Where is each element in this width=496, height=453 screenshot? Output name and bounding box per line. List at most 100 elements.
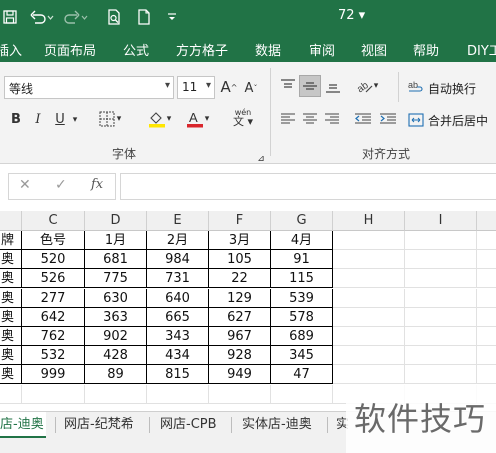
empty-cell[interactable] bbox=[333, 327, 405, 346]
row-label-cell[interactable]: 奥 bbox=[0, 327, 22, 346]
tab-help[interactable]: 帮助 bbox=[413, 40, 439, 59]
undo-icon[interactable] bbox=[28, 7, 56, 27]
redo-icon[interactable] bbox=[62, 7, 90, 27]
increase-font-size-button[interactable]: A ^ bbox=[219, 76, 239, 98]
data-cell[interactable]: 627 bbox=[209, 307, 271, 327]
formula-input[interactable] bbox=[120, 173, 496, 200]
underline-options-chevron-icon[interactable]: ▾ bbox=[70, 109, 80, 131]
empty-cell[interactable] bbox=[22, 384, 85, 404]
enter-icon[interactable]: ✓ bbox=[55, 177, 67, 193]
empty-cell[interactable] bbox=[477, 231, 496, 250]
empty-cell[interactable] bbox=[477, 346, 496, 366]
merge-center-button[interactable]: 合并后居中 bbox=[428, 112, 488, 129]
tab-formulas[interactable]: 公式 bbox=[123, 40, 149, 59]
data-cell[interactable]: 681 bbox=[85, 250, 147, 270]
sheet-tab-physical-dior[interactable]: 实体店-迪奥 bbox=[238, 412, 316, 438]
row-label-cell[interactable]: 奥 bbox=[0, 288, 22, 308]
align-right-button[interactable] bbox=[322, 108, 342, 130]
data-cell[interactable]: 434 bbox=[147, 346, 209, 366]
empty-cell[interactable] bbox=[477, 250, 496, 270]
column-header-d[interactable]: D bbox=[85, 211, 147, 231]
empty-cell[interactable] bbox=[85, 384, 147, 404]
empty-cell[interactable] bbox=[333, 365, 405, 385]
column-header-h[interactable]: H bbox=[333, 211, 405, 231]
font-name-combo[interactable]: 等线 ▾ bbox=[4, 76, 174, 99]
column-header-g[interactable]: G bbox=[271, 211, 333, 231]
data-cell[interactable]: 343 bbox=[147, 327, 209, 346]
tab-insert[interactable]: 插入 bbox=[0, 40, 22, 59]
phonetic-guide-button[interactable]: wén 文 ▾ bbox=[226, 106, 260, 128]
tab-view[interactable]: 视图 bbox=[361, 40, 387, 59]
decrease-font-size-button[interactable]: Aˇ bbox=[242, 77, 260, 99]
empty-cell[interactable] bbox=[477, 269, 496, 289]
sheet-tab-online-givenchy[interactable]: 网店-纪梵希 bbox=[60, 412, 138, 438]
row-label-cell[interactable]: 奥 bbox=[0, 307, 22, 327]
customize-quick-access-icon[interactable] bbox=[164, 7, 180, 27]
document-title[interactable]: 72 ▾ bbox=[338, 8, 365, 23]
data-cell[interactable]: 539 bbox=[271, 288, 333, 308]
row-label-cell[interactable]: 奥 bbox=[0, 250, 22, 270]
data-cell[interactable]: 928 bbox=[209, 346, 271, 366]
tab-diy-tools[interactable]: DIY工 bbox=[467, 40, 496, 59]
header-cell[interactable]: 4月 bbox=[271, 231, 333, 250]
align-left-button[interactable] bbox=[278, 108, 298, 130]
column-header-j[interactable] bbox=[477, 211, 496, 231]
empty-cell[interactable] bbox=[477, 308, 496, 327]
align-center-button[interactable] bbox=[300, 108, 320, 130]
data-cell[interactable]: 532 bbox=[22, 346, 85, 366]
data-cell[interactable]: 949 bbox=[209, 365, 271, 385]
data-cell[interactable]: 47 bbox=[271, 365, 333, 385]
increase-indent-button[interactable] bbox=[377, 108, 399, 130]
data-cell[interactable]: 105 bbox=[209, 250, 271, 270]
data-cell[interactable]: 129 bbox=[209, 288, 271, 308]
empty-cell[interactable] bbox=[147, 384, 209, 404]
empty-cell[interactable] bbox=[333, 250, 405, 270]
data-cell[interactable]: 22 bbox=[209, 269, 271, 289]
row-label-cell[interactable]: 奥 bbox=[0, 346, 22, 366]
empty-cell[interactable] bbox=[405, 231, 477, 250]
empty-cell[interactable] bbox=[477, 365, 496, 385]
tab-page-layout[interactable]: 页面布局 bbox=[44, 40, 96, 59]
align-middle-button[interactable] bbox=[299, 75, 321, 97]
new-document-icon[interactable] bbox=[134, 7, 154, 27]
data-cell[interactable]: 363 bbox=[85, 307, 147, 327]
data-cell[interactable]: 277 bbox=[22, 288, 85, 308]
data-cell[interactable]: 642 bbox=[22, 307, 85, 327]
empty-cell[interactable] bbox=[0, 384, 22, 404]
tab-review[interactable]: 审阅 bbox=[309, 40, 335, 59]
empty-cell[interactable] bbox=[405, 365, 477, 385]
align-top-button[interactable] bbox=[278, 75, 298, 97]
column-header-b[interactable] bbox=[0, 211, 22, 231]
empty-cell[interactable] bbox=[333, 346, 405, 366]
column-header-i[interactable]: I bbox=[405, 211, 477, 231]
data-cell[interactable]: 428 bbox=[85, 346, 147, 366]
empty-cell[interactable] bbox=[333, 307, 405, 327]
row-label-cell[interactable]: 奥 bbox=[0, 365, 22, 385]
data-cell[interactable]: 115 bbox=[271, 269, 333, 289]
tab-fangfang-grid[interactable]: 方方格子 bbox=[176, 40, 228, 59]
data-cell[interactable]: 640 bbox=[147, 288, 209, 308]
sheet-tab-online-cpb[interactable]: 网店-CPB bbox=[156, 412, 221, 438]
empty-cell[interactable] bbox=[209, 384, 271, 404]
empty-cell[interactable] bbox=[477, 327, 496, 346]
data-cell[interactable]: 967 bbox=[209, 327, 271, 346]
data-cell[interactable]: 999 bbox=[22, 365, 85, 385]
data-cell[interactable]: 578 bbox=[271, 307, 333, 327]
fill-color-button[interactable]: ▾ bbox=[142, 108, 176, 130]
data-cell[interactable]: 731 bbox=[147, 269, 209, 289]
tab-data[interactable]: 数据 bbox=[255, 40, 281, 59]
decrease-indent-button[interactable] bbox=[352, 108, 374, 130]
data-cell[interactable]: 520 bbox=[22, 250, 85, 270]
data-cell[interactable]: 526 bbox=[22, 269, 85, 289]
insert-function-icon[interactable]: fx bbox=[91, 177, 103, 192]
wrap-text-button[interactable]: 自动换行 bbox=[428, 80, 476, 97]
empty-cell[interactable] bbox=[405, 269, 477, 289]
row-label-cell[interactable]: 奥 bbox=[0, 269, 22, 289]
wrap-text-icon[interactable]: ab bbox=[407, 76, 425, 98]
data-cell[interactable]: 775 bbox=[85, 269, 147, 289]
data-cell[interactable]: 984 bbox=[147, 250, 209, 270]
empty-cell[interactable] bbox=[477, 289, 496, 308]
data-cell[interactable]: 89 bbox=[85, 365, 147, 385]
borders-button[interactable]: ▾ bbox=[94, 108, 126, 130]
sheet-tab-store-dior[interactable]: 店-迪奥 bbox=[0, 412, 46, 438]
